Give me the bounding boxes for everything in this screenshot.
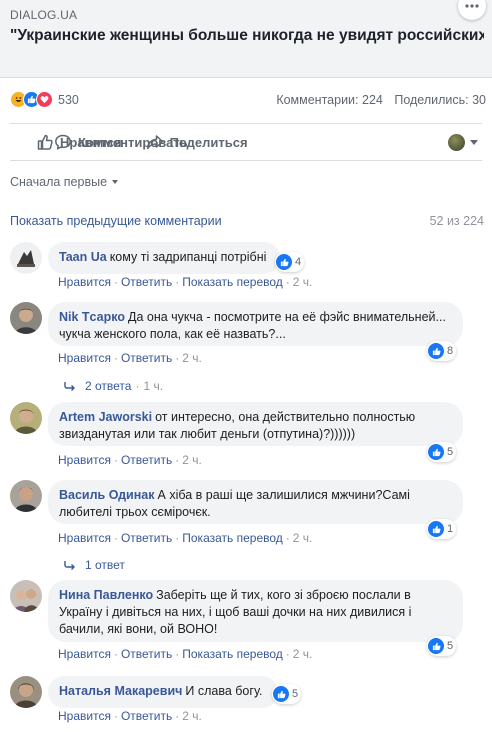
avatar[interactable] (10, 242, 42, 274)
comment-bubble: Наталья Макаревич И слава богу. (48, 676, 278, 708)
comment-bubble: Василь Одинак А хіба в раші ще залишилися… (48, 480, 463, 524)
comment-item: Nik Tсарко Да она чукча - посмотрите на е… (10, 302, 482, 394)
view-replies-link[interactable]: 1 ответ (64, 558, 125, 572)
replies-count: 1 ответ (85, 558, 125, 572)
comment-icon (55, 134, 71, 150)
reaction-count: 4 (295, 256, 302, 268)
comment-reactions[interactable]: 5 (427, 442, 457, 462)
like-reaction-icon (428, 638, 444, 654)
comment-like-link[interactable]: Нравится (58, 531, 111, 545)
comment-time[interactable]: 2 ч. (182, 351, 202, 365)
comments-count[interactable]: Комментарии: 224 (276, 93, 383, 107)
comment-like-link[interactable]: Нравится (58, 709, 111, 723)
comment-reply-link[interactable]: Ответить (121, 351, 172, 365)
comment-meta: Нравится · Ответить · Показать перевод · 2 ч. (58, 531, 313, 545)
show-translation-link[interactable]: Показать перевод (182, 275, 283, 289)
comment-item: Василь Одинак А хіба в раші ще залишилися… (10, 480, 482, 572)
reply-arrow-icon (64, 561, 75, 570)
comment-reply-link[interactable]: Ответить (121, 531, 172, 545)
like-reaction-icon (428, 444, 444, 460)
replies-time: 1 ч. (143, 379, 164, 393)
comment-time[interactable]: 2 ч. (293, 275, 313, 289)
reaction-count: 530 (58, 92, 79, 107)
comment-reactions[interactable]: 1 (427, 519, 457, 539)
comment-like-link[interactable]: Нравится (58, 647, 111, 661)
reaction-count: 5 (292, 688, 299, 700)
avatar[interactable] (10, 402, 42, 434)
comment-reactions[interactable]: 4 (275, 252, 305, 272)
comment-meta: Нравится · Ответить · 2 ч. (58, 453, 202, 467)
reaction-count: 5 (447, 446, 454, 458)
comment-meta: Нравится · Ответить · 2 ч. (58, 709, 202, 723)
love-reaction-icon (36, 91, 53, 108)
reaction-summary[interactable]: 530 (10, 91, 79, 108)
shares-count[interactable]: Поделились: 30 (394, 93, 486, 107)
comment-item: Нина Павленко Заберіть ще й тих, кого зі … (10, 580, 482, 670)
comment-sort-dropdown[interactable]: Сначала первые (10, 175, 119, 189)
post-action-bar: Нравится Комментировать Поделиться (10, 123, 482, 161)
reaction-count: 5 (447, 640, 454, 652)
show-previous-comments-link[interactable]: Показать предыдущие комментарии (10, 214, 222, 228)
comment-author[interactable]: Nik Tсарко (59, 310, 125, 324)
reply-arrow-icon (64, 382, 75, 391)
avatar[interactable] (10, 580, 42, 612)
comment-meta: Нравится · Ответить · 2 ч. (58, 351, 202, 365)
comment-item: Taan Ua кому ті задрипанці потрібні 4 Нра… (10, 242, 482, 292)
chevron-down-icon (112, 180, 119, 184)
link-title[interactable]: "Украинские женщины больше никогда не ув… (10, 25, 484, 46)
comment-reactions[interactable]: 5 (427, 636, 457, 656)
avatar[interactable] (10, 480, 42, 512)
comment-reply-link[interactable]: Ответить (121, 647, 172, 661)
thumbs-up-icon (37, 134, 53, 150)
reaction-count: 8 (447, 345, 454, 357)
comments-pager-count: 52 из 224 (429, 214, 484, 228)
comment-reply-link[interactable]: Ответить (121, 453, 172, 467)
comment-like-link[interactable]: Нравится (58, 351, 111, 365)
show-translation-link[interactable]: Показать перевод (182, 531, 283, 545)
comment-author[interactable]: Наталья Макаревич (59, 684, 182, 698)
link-preview-card[interactable]: DIALOG.UA "Украинские женщины больше ник… (0, 0, 492, 78)
like-reaction-icon (428, 343, 444, 359)
reaction-count: 1 (447, 523, 454, 535)
sort-label: Сначала первые (10, 175, 108, 189)
comment-bubble: Artem Jaworski от интересно, она действит… (48, 402, 463, 446)
comment-author[interactable]: Василь Одинак (59, 488, 155, 502)
avatar[interactable] (10, 302, 42, 334)
ellipsis-icon[interactable] (458, 0, 486, 20)
comment-time[interactable]: 2 ч. (182, 709, 202, 723)
replies-count: 2 ответа (85, 379, 132, 393)
comment-time[interactable]: 2 ч. (293, 647, 313, 661)
like-reaction-icon (273, 686, 289, 702)
comment-like-link[interactable]: Нравится (58, 275, 111, 289)
comment-author[interactable]: Taan Ua (59, 250, 107, 264)
link-domain: DIALOG.UA (10, 8, 78, 22)
like-reaction-icon (428, 521, 444, 537)
comment-time[interactable]: 2 ч. (293, 531, 313, 545)
comment-bubble: Nik Tсарко Да она чукча - посмотрите на е… (48, 302, 463, 346)
comment-button-label: Комментировать (78, 134, 188, 150)
show-translation-link[interactable]: Показать перевод (182, 647, 283, 661)
like-reaction-icon (276, 254, 292, 270)
comment-reactions[interactable]: 5 (272, 684, 302, 704)
comment-author[interactable]: Нина Павленко (59, 588, 153, 602)
comment-like-link[interactable]: Нравится (58, 453, 111, 467)
comment-time[interactable]: 2 ч. (182, 453, 202, 467)
comment-reactions[interactable]: 8 (427, 341, 457, 361)
comment-button[interactable]: Комментировать (54, 124, 492, 160)
comment-text: кому ті задрипанці потрібні (109, 250, 267, 264)
comment-meta: Нравится · Ответить · Показать перевод · 2 ч. (58, 647, 313, 661)
comment-text: И слава богу. (185, 684, 263, 698)
comment-item: Наталья Макаревич И слава богу. 5 Нравитс… (10, 676, 482, 726)
post-stats: 530 Комментарии: 224 Поделились: 30 (0, 86, 492, 114)
view-replies-link[interactable]: 2 ответа · 1 ч. (64, 379, 163, 393)
comment-bubble: Нина Павленко Заберіть ще й тих, кого зі … (48, 580, 463, 642)
comment-item: Artem Jaworski от интересно, она действит… (10, 402, 482, 470)
comment-meta: Нравится · Ответить · Показать перевод · 2 ч. (58, 275, 313, 289)
comment-reply-link[interactable]: Ответить (121, 709, 172, 723)
avatar[interactable] (10, 676, 42, 708)
comment-author[interactable]: Artem Jaworski (59, 410, 152, 424)
comment-bubble: Taan Ua кому ті задрипанці потрібні (48, 242, 280, 274)
comment-reply-link[interactable]: Ответить (121, 275, 172, 289)
